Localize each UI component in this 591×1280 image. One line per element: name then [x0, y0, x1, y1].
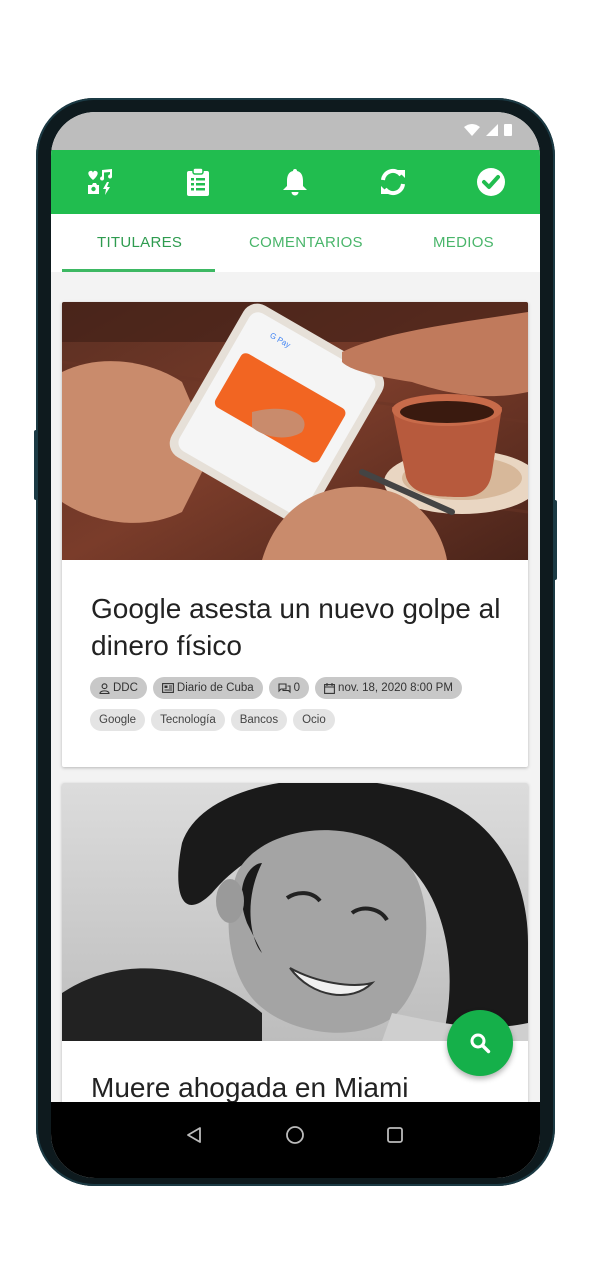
tag-chip[interactable]: Google [90, 709, 146, 731]
comments-chip[interactable]: 0 [268, 677, 310, 699]
home-button[interactable] [280, 1120, 310, 1150]
home-icon [286, 1126, 304, 1144]
tag-chip[interactable]: Bancos [230, 709, 288, 731]
recents-button[interactable] [380, 1120, 410, 1150]
phone-screen: TITULARES COMENTARIOS MEDIOS G Pay Googl… [51, 112, 540, 1178]
phone-side-button [34, 430, 38, 500]
wifi-icon [464, 123, 480, 136]
search-fab-button[interactable] [447, 1010, 513, 1076]
tab-medios[interactable]: MEDIOS [433, 234, 494, 251]
app-toolbar [51, 150, 540, 214]
calendar-icon [324, 682, 335, 694]
refresh-icon [381, 168, 406, 196]
tag-chip[interactable]: Ocio [293, 709, 335, 731]
article-image[interactable]: G Pay [62, 302, 528, 560]
newspaper-icon [161, 683, 174, 693]
article-title-line[interactable]: dinero físico [91, 627, 242, 664]
date-label: nov. 18, 2020 8:00 PM [338, 682, 453, 694]
status-bar [51, 112, 540, 150]
recents-icon [387, 1127, 403, 1143]
news-feed[interactable]: G Pay Google asesta un nuevo golpe al di… [51, 272, 540, 1102]
phone-side-button [553, 500, 557, 580]
signal-icon [486, 123, 498, 136]
clipboard-button[interactable] [178, 162, 218, 202]
comments-icon [278, 682, 291, 693]
notifications-button[interactable] [275, 162, 315, 202]
article-image[interactable] [62, 783, 528, 1041]
refresh-button[interactable] [373, 162, 413, 202]
article-meta-row: DDC Diario de Cuba 0 nov. 18, 2020 8:00 … [90, 677, 462, 699]
tag-chip[interactable]: Tecnología [151, 709, 225, 731]
author-label: DDC [113, 682, 138, 694]
back-icon [187, 1127, 201, 1143]
battery-icon [504, 124, 512, 136]
article-tags-row: Google Tecnología Bancos Ocio [90, 709, 335, 731]
back-button[interactable] [179, 1120, 209, 1150]
check-circle-icon [477, 168, 506, 196]
tab-bar: TITULARES COMENTARIOS MEDIOS [51, 214, 540, 272]
article-title-line[interactable]: Muere ahogada en Miami [91, 1069, 409, 1102]
check-button[interactable] [471, 162, 511, 202]
clipboard-icon [186, 168, 209, 196]
bell-icon [283, 169, 308, 196]
apps-button[interactable] [80, 162, 120, 202]
user-icon [99, 682, 110, 694]
article-title-line[interactable]: Google asesta un nuevo golpe al [91, 590, 500, 627]
date-chip[interactable]: nov. 18, 2020 8:00 PM [315, 677, 462, 699]
source-chip[interactable]: Diario de Cuba [152, 677, 263, 699]
article-card[interactable]: G Pay Google asesta un nuevo golpe al di… [62, 302, 528, 767]
source-label: Diario de Cuba [176, 682, 254, 694]
tab-comentarios[interactable]: COMENTARIOS [249, 234, 363, 251]
comments-count: 0 [293, 682, 301, 694]
search-icon [470, 1033, 491, 1054]
system-navigation-bar [51, 1102, 540, 1178]
tab-titulares[interactable]: TITULARES [97, 234, 182, 251]
apps-icon [87, 169, 112, 195]
author-chip[interactable]: DDC [90, 677, 147, 699]
